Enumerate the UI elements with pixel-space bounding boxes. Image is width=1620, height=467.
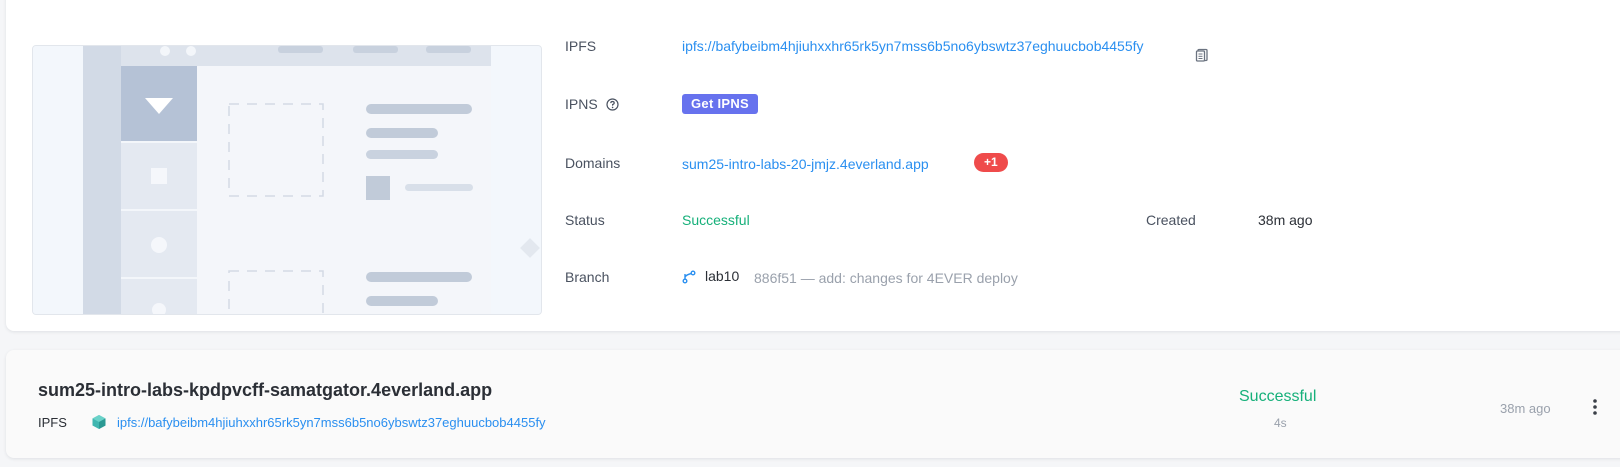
copy-icon[interactable] <box>1195 48 1209 62</box>
domains-label: Domains <box>565 155 621 171</box>
more-domains-badge[interactable]: +1 <box>974 153 1008 172</box>
deploy-duration: 4s <box>1274 416 1287 430</box>
status-label: Status <box>565 212 605 228</box>
deploy-domain-title[interactable]: sum25-intro-labs-kpdpvcff-samatgator.4ev… <box>38 380 492 401</box>
ipfs-cube-icon <box>91 414 107 435</box>
site-preview-image[interactable] <box>32 45 542 315</box>
more-vertical-icon[interactable] <box>1592 398 1598 421</box>
branch-label: Branch <box>565 269 610 285</box>
preview-placeholder-illustration <box>33 46 541 314</box>
deploy-status: Successful <box>1239 388 1317 405</box>
git-branch-icon <box>682 270 696 289</box>
status-value: Successful <box>682 212 750 228</box>
domain-link[interactable]: sum25-intro-labs-20-jmjz.4everland.app <box>682 156 929 172</box>
deploy-list-item[interactable] <box>6 350 1620 458</box>
commit-message: 886f51 — add: changes for 4EVER deploy <box>754 270 1018 286</box>
deploy-ipfs-label: IPFS <box>38 415 67 430</box>
ipns-label: IPNS <box>565 96 598 112</box>
branch-name[interactable]: lab10 <box>705 268 739 284</box>
ipns-label-group: IPNS <box>565 96 619 114</box>
get-ipns-button[interactable]: Get IPNS <box>682 94 759 114</box>
ipfs-link[interactable]: ipfs://bafybeibm4hjiuhxxhr65rk5yn7mss6b5… <box>682 38 1144 54</box>
help-circle-icon[interactable] <box>605 98 619 114</box>
created-value: 38m ago <box>1258 212 1313 228</box>
deploy-ipfs-link[interactable]: ipfs://bafybeibm4hjiuhxxhr65rk5yn7mss6b5… <box>117 415 546 430</box>
created-label: Created <box>1146 212 1196 228</box>
ipfs-label: IPFS <box>565 38 597 54</box>
deploy-time: 38m ago <box>1500 401 1551 416</box>
